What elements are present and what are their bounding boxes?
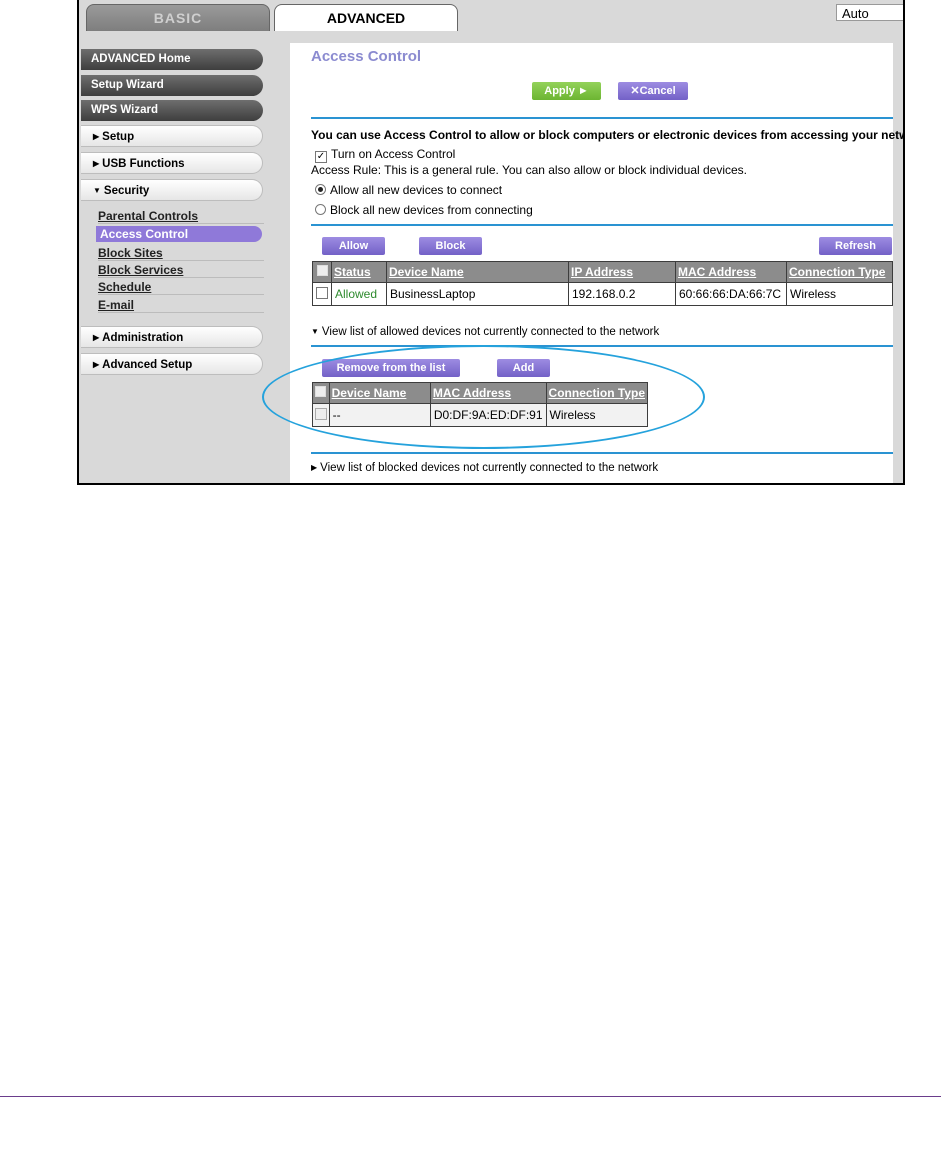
column-header-ip-address[interactable]: IP Address [568, 261, 676, 283]
tab-basic[interactable]: BASIC [86, 4, 270, 31]
menu-block-services[interactable]: Block Services [98, 262, 264, 278]
divider [311, 117, 893, 119]
language-select-value: Auto [842, 6, 869, 21]
radio-selected-icon[interactable] [315, 184, 326, 195]
divider [311, 345, 893, 347]
column-header-status[interactable]: Status [331, 261, 387, 283]
row-checkbox[interactable] [312, 282, 332, 306]
tab-advanced[interactable]: ADVANCED [274, 4, 458, 31]
mac-address-cell: 60:66:66:DA:66:7C [675, 282, 787, 306]
triangle-right-icon: ▶ [93, 360, 100, 369]
apply-button[interactable]: Apply ► [532, 82, 601, 100]
menu-parental-controls[interactable]: Parental Controls [98, 208, 264, 224]
block-button[interactable]: Block [419, 237, 482, 255]
menu-advanced-setup[interactable]: ▶ Advanced Setup [81, 353, 263, 375]
menu-access-control[interactable]: Access Control [96, 226, 262, 242]
cancel-button[interactable]: ✕Cancel [618, 82, 688, 100]
intro-text: You can use Access Control to allow or b… [311, 128, 905, 142]
radio-allow-all[interactable]: Allow all new devices to connect [315, 183, 502, 197]
refresh-button[interactable]: Refresh [819, 237, 892, 255]
page-title: Access Control [311, 48, 422, 65]
blocked-list-toggle[interactable]: ▶ View list of blocked devices not curren… [311, 462, 658, 474]
menu-block-sites[interactable]: Block Sites [98, 245, 264, 261]
menu-usb-functions-label: USB Functions [102, 158, 185, 170]
language-select[interactable]: Auto ▼ [836, 4, 903, 21]
triangle-right-icon: ▶ [311, 463, 318, 472]
menu-administration[interactable]: ▶ Administration [81, 326, 263, 348]
menu-schedule[interactable]: Schedule [98, 279, 264, 295]
checkbox-icon [316, 287, 328, 299]
menu-setup[interactable]: ▶ Setup [81, 125, 263, 147]
menu-security[interactable]: ▼ Security [81, 179, 263, 201]
column-header-mac-address[interactable]: MAC Address [675, 261, 787, 283]
page-footer-divider [0, 1096, 941, 1097]
menu-email[interactable]: E-mail [98, 297, 264, 313]
column-header-connection-type[interactable]: Connection Type [786, 261, 893, 283]
radio-block-label: Block all new devices from connecting [330, 203, 533, 217]
radio-unselected-icon[interactable] [315, 204, 326, 215]
divider [311, 224, 893, 226]
device-name-cell: BusinessLaptop [386, 282, 569, 306]
checkbox-checked-icon[interactable]: ✓ [315, 151, 327, 163]
checkbox-icon [316, 265, 328, 276]
triangle-right-icon: ▶ [93, 333, 100, 342]
triangle-right-icon: ▶ [93, 132, 100, 141]
connected-devices-table: Status Device Name IP Address MAC Addres… [312, 261, 893, 306]
menu-setup-wizard[interactable]: Setup Wizard [81, 75, 263, 96]
column-header-device-name[interactable]: Device Name [386, 261, 569, 283]
menu-wps-wizard[interactable]: WPS Wizard [81, 100, 263, 121]
blocked-list-toggle-label: View list of blocked devices not current… [320, 462, 659, 474]
select-all-checkbox[interactable] [312, 261, 332, 283]
cancel-button-label: Cancel [639, 85, 676, 97]
status-cell: Allowed [331, 282, 387, 306]
triangle-down-icon: ▼ [311, 327, 319, 336]
allow-button[interactable]: Allow [322, 237, 385, 255]
access-rule-text: Access Rule: This is a general rule. You… [311, 163, 748, 177]
menu-security-label: Security [103, 185, 150, 197]
close-icon: ✕ [630, 85, 640, 97]
table-row: Allowed BusinessLaptop 192.168.0.2 60:66… [312, 282, 893, 306]
triangle-right-icon: ▶ [93, 159, 100, 168]
allowed-list-toggle[interactable]: ▼ View list of allowed devices not curren… [311, 326, 659, 338]
connection-type-cell: Wireless [786, 282, 893, 306]
menu-usb-functions[interactable]: ▶ USB Functions [81, 152, 263, 174]
radio-block-all[interactable]: Block all new devices from connecting [315, 203, 533, 217]
turn-on-access-control[interactable]: ✓ Turn on Access Control [315, 147, 455, 163]
triangle-down-icon: ▼ [93, 186, 101, 195]
highlight-oval [262, 345, 705, 449]
menu-advanced-home[interactable]: ADVANCED Home [81, 49, 263, 70]
allowed-list-toggle-label: View list of allowed devices not current… [321, 326, 660, 338]
menu-administration-label: Administration [102, 332, 184, 344]
turn-on-label: Turn on Access Control [331, 147, 456, 161]
divider [311, 452, 893, 454]
radio-allow-label: Allow all new devices to connect [330, 183, 503, 197]
menu-setup-label: Setup [102, 131, 135, 143]
table-header-row: Status Device Name IP Address MAC Addres… [312, 261, 893, 283]
menu-advanced-setup-label: Advanced Setup [102, 359, 193, 371]
ip-address-cell: 192.168.0.2 [568, 282, 676, 306]
